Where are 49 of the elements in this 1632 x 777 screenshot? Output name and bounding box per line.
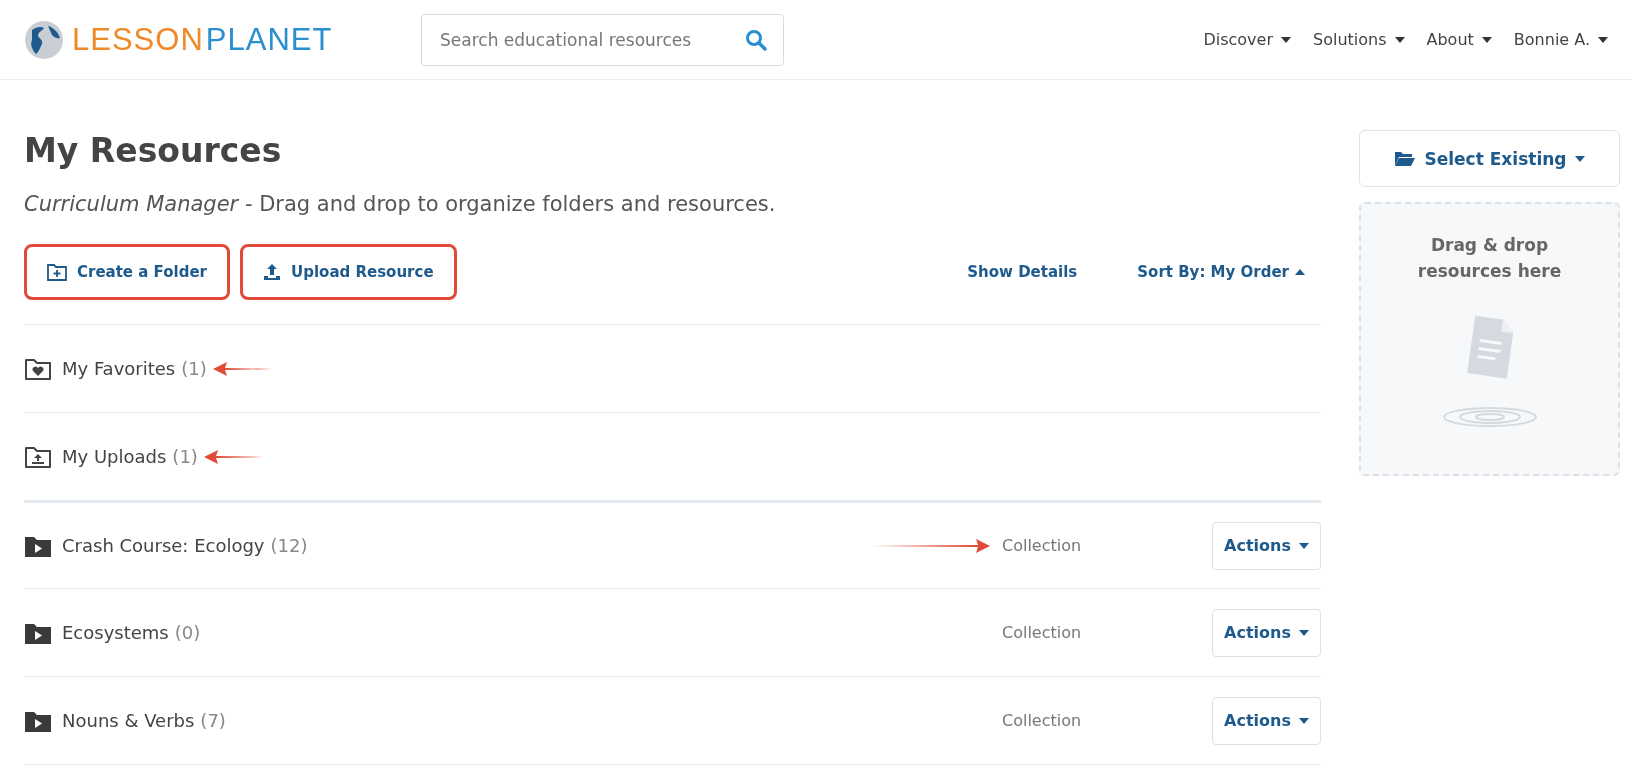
actions-dropdown[interactable]: Actions xyxy=(1212,696,1321,745)
dropzone-text: Drag & drop resources here xyxy=(1416,234,1563,283)
nav-menu-link[interactable]: Discover xyxy=(1203,30,1291,49)
caret-icon xyxy=(1598,36,1608,43)
search-icon[interactable] xyxy=(745,28,767,51)
actions-dropdown[interactable]: Actions xyxy=(1212,521,1321,570)
collection-name[interactable]: Crash Course: Ecology xyxy=(62,535,265,556)
caret-icon xyxy=(1298,542,1309,549)
nav-menu-link[interactable]: About xyxy=(1426,30,1492,49)
upload-resource-button[interactable]: Upload Resource xyxy=(240,244,457,300)
item-count: (7) xyxy=(200,710,226,731)
globe-logo-icon xyxy=(24,19,64,60)
actions-dropdown[interactable]: Actions xyxy=(1212,608,1321,657)
dropzone[interactable]: Drag & drop resources here xyxy=(1359,202,1620,476)
caret-icon xyxy=(1394,36,1405,43)
ripple-icon xyxy=(1441,406,1538,428)
upload-folder-icon xyxy=(24,444,52,469)
logo-text: PLANET xyxy=(205,21,333,58)
sort-by-link[interactable]: Sort By: My Order xyxy=(1137,263,1305,281)
item-count: (1) xyxy=(181,358,207,379)
search-bar[interactable]: Search educational resources xyxy=(421,13,784,66)
select-existing-button[interactable]: Select Existing xyxy=(1359,130,1620,187)
create-folder-button[interactable]: Create a Folder xyxy=(24,244,230,300)
folder-icon xyxy=(1394,150,1417,167)
nav-menu-link[interactable]: Solutions xyxy=(1313,30,1405,49)
nav-menu-link[interactable]: Bonnie A. xyxy=(1513,30,1608,49)
resource-type: Collection xyxy=(1002,711,1083,730)
caret-icon xyxy=(1281,36,1291,43)
item-count: (0) xyxy=(174,622,201,643)
caret-up-icon xyxy=(1295,269,1305,275)
resource-type: Collection xyxy=(1002,623,1083,642)
page-title: My Resources xyxy=(24,130,283,172)
logo-text: LESSON xyxy=(72,21,204,58)
item-count: (12) xyxy=(270,535,308,556)
show-details-link[interactable]: Show Details xyxy=(967,263,1078,281)
caret-icon xyxy=(1574,155,1585,162)
item-count: (1) xyxy=(172,446,198,467)
heart-folder-icon xyxy=(24,356,52,381)
caret-icon xyxy=(1298,717,1309,724)
collection-name[interactable]: Ecosystems xyxy=(62,622,169,643)
caret-icon xyxy=(1298,629,1309,636)
caret-icon xyxy=(1481,36,1492,43)
upload-icon xyxy=(263,263,281,281)
resource-type: Collection xyxy=(1002,536,1083,555)
collection-name[interactable]: Nouns & Verbs xyxy=(62,710,195,731)
folder-name[interactable]: My Uploads xyxy=(62,446,167,467)
folder-name[interactable]: My Favorites xyxy=(62,358,176,379)
page-subtitle: Curriculum Manager - Drag and drop to organize folders and resources. xyxy=(24,192,777,216)
folder-plus-icon xyxy=(47,263,67,281)
